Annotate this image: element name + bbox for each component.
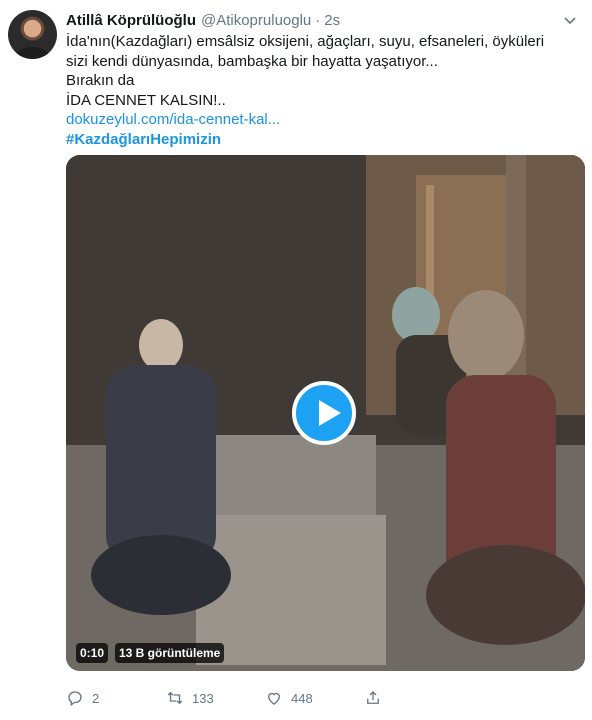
- share-button[interactable]: [364, 689, 382, 707]
- tweet-line: İDA CENNET KALSIN!..: [66, 91, 226, 109]
- author-name[interactable]: Atillâ Köprülüoğlu: [66, 12, 196, 29]
- tweet-actions: 2 133 448: [66, 686, 486, 710]
- retweet-icon: [167, 691, 183, 705]
- chevron-down-icon[interactable]: [562, 14, 578, 28]
- video-duration-badge: 0:10: [76, 643, 109, 663]
- video-views-badge: 13 B görüntüleme: [115, 643, 225, 663]
- retweet-button[interactable]: 133: [166, 689, 214, 707]
- tweet-time[interactable]: 2s: [324, 12, 340, 29]
- tweet-line: İda'nın(Kazdağları) emsâlsiz oksijeni, a…: [66, 33, 545, 50]
- play-button[interactable]: [292, 381, 356, 445]
- tweet-link[interactable]: dokuzeylul.com/ida-cennet-kal...: [66, 110, 576, 130]
- reply-button[interactable]: 2: [66, 689, 99, 707]
- share-icon: [367, 691, 379, 704]
- author-avatar[interactable]: [8, 10, 57, 59]
- author-handle[interactable]: @Atikopruluoglu: [201, 12, 311, 29]
- like-button[interactable]: 448: [265, 689, 313, 707]
- tweet-line: sizi kendi dünyasında, bambaşka bir haya…: [66, 52, 438, 70]
- tweet-header: Atillâ Köprülüoğlu @Atikopruluoglu · 2s: [66, 10, 580, 30]
- like-count: 448: [291, 690, 313, 706]
- retweet-count: 133: [192, 690, 214, 706]
- tweet-line: Bırakın da: [66, 72, 135, 89]
- reply-icon: [68, 691, 82, 707]
- tweet-hashtag[interactable]: #KazdağlarıHepimizin: [66, 130, 576, 150]
- reply-count: 2: [92, 690, 100, 706]
- separator-dot: ·: [315, 11, 321, 29]
- tweet-text: İda'nın(Kazdağları) emsâlsiz oksijeni, a…: [66, 32, 576, 149]
- video-player[interactable]: 0:10 13 B görüntüleme: [66, 155, 585, 671]
- avatar-shirt: [16, 47, 49, 59]
- heart-icon: [268, 692, 280, 705]
